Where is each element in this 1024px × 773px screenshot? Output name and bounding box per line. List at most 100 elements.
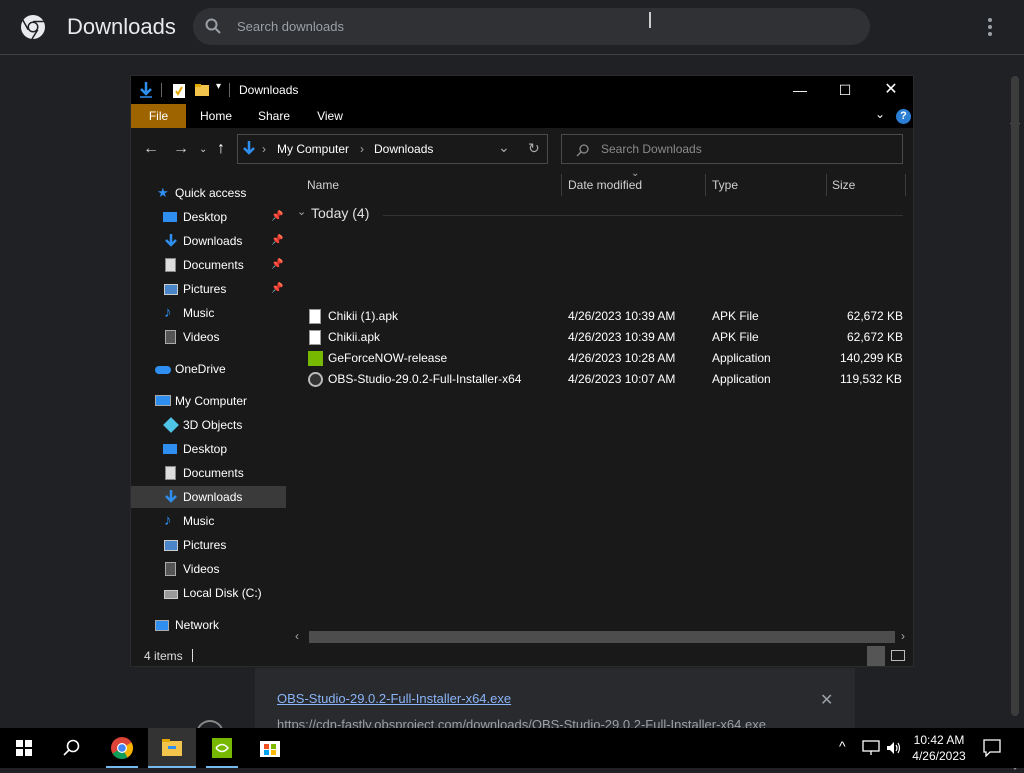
search-downloads-field[interactable]: Search Downloads bbox=[561, 134, 903, 164]
windows-start-icon[interactable] bbox=[0, 728, 48, 768]
system-clock[interactable]: 10:42 AM 4/26/2023 bbox=[900, 732, 978, 764]
search-downloads-input[interactable]: Search downloads bbox=[193, 8, 870, 45]
recent-locations-icon[interactable]: ⌄ bbox=[199, 144, 207, 155]
properties-icon[interactable] bbox=[173, 84, 185, 98]
table-row-obs-installer[interactable]: OBS-Studio-29.0.2-Full-Installer-x64 4/2… bbox=[291, 369, 911, 390]
desktop-icon bbox=[163, 212, 177, 222]
search-icon bbox=[205, 18, 221, 34]
show-hidden-icons-chevron-icon[interactable]: ^ bbox=[839, 738, 846, 754]
customize-toolbar-icon[interactable]: ▾ bbox=[216, 81, 221, 92]
tree-item-downloads-selected[interactable]: Downloads bbox=[131, 486, 286, 508]
tree-item-music[interactable]: ♪ Music bbox=[131, 302, 286, 324]
download-arrow-icon bbox=[140, 82, 152, 98]
scroll-left-icon[interactable]: ‹ bbox=[295, 629, 299, 643]
column-header-name[interactable]: Name bbox=[307, 172, 339, 198]
tree-item-pictures[interactable]: Pictures bbox=[131, 534, 286, 556]
column-header-size[interactable]: Size bbox=[832, 172, 855, 198]
more-options-icon[interactable] bbox=[984, 17, 996, 37]
nvidia-taskbar-icon[interactable] bbox=[198, 728, 246, 768]
details-view-button[interactable] bbox=[867, 646, 885, 666]
column-header-date-modified[interactable]: Date modified bbox=[568, 172, 642, 198]
chrome-header: Downloads Search downloads bbox=[0, 0, 1024, 55]
tree-item-onedrive[interactable]: OneDrive bbox=[131, 358, 286, 380]
group-header[interactable]: Today (4) bbox=[311, 205, 369, 221]
chrome-taskbar-icon[interactable] bbox=[98, 728, 146, 768]
title-bar[interactable]: ▾ Downloads — ☐ ✕ bbox=[131, 76, 913, 104]
large-icons-view-button[interactable] bbox=[891, 650, 905, 661]
drive-icon bbox=[164, 590, 178, 599]
breadcrumb-downloads[interactable]: Downloads bbox=[374, 142, 433, 156]
item-count: 4 items bbox=[144, 649, 183, 663]
tree-item-3d-objects[interactable]: 3D Objects bbox=[131, 414, 286, 436]
file-icon bbox=[309, 330, 321, 345]
download-item: OBS-Studio-29.0.2-Full-Installer-x64.exe… bbox=[255, 668, 855, 732]
search-icon[interactable] bbox=[48, 728, 96, 768]
scrollbar-thumb[interactable] bbox=[309, 631, 895, 643]
scrollbar-thumb[interactable] bbox=[1011, 76, 1019, 716]
pin-icon: 📌 bbox=[271, 211, 284, 222]
file-explorer-taskbar-icon[interactable] bbox=[148, 728, 196, 768]
cube-icon bbox=[163, 417, 179, 433]
collapse-group-icon[interactable]: ⌄ bbox=[297, 205, 306, 218]
clock-date: 4/26/2023 bbox=[912, 749, 966, 763]
download-filename-link[interactable]: OBS-Studio-29.0.2-Full-Installer-x64.exe bbox=[277, 691, 511, 706]
tree-item-network[interactable]: Network bbox=[131, 614, 286, 636]
picture-icon bbox=[164, 284, 178, 295]
network-status-icon[interactable] bbox=[862, 740, 880, 756]
expand-ribbon-icon[interactable]: ⌄ bbox=[875, 107, 885, 121]
tree-item-music-2[interactable]: ♪ Music bbox=[131, 510, 286, 532]
column-header-type[interactable]: Type bbox=[712, 172, 738, 198]
tree-item-videos-2[interactable]: Videos bbox=[131, 558, 286, 580]
tree-item-downloads-pinned[interactable]: Downloads 📌 bbox=[131, 230, 286, 252]
picture-icon bbox=[164, 540, 178, 551]
pin-icon: 📌 bbox=[271, 235, 284, 246]
document-icon bbox=[165, 258, 176, 272]
tree-item-desktop-pinned[interactable]: Desktop 📌 bbox=[131, 206, 286, 228]
ribbon-tabs: File Home Share View ⌄ ? bbox=[131, 104, 913, 128]
pin-icon: 📌 bbox=[271, 283, 284, 294]
nvidia-icon bbox=[308, 351, 323, 366]
table-row-chikii-1[interactable]: Chikii (1).apk 4/26/2023 10:39 AM APK Fi… bbox=[291, 306, 911, 327]
tree-item-quick-access[interactable]: ★ Quick access bbox=[131, 182, 286, 204]
taskbar: ^ 10:42 AM 4/26/2023 bbox=[0, 728, 1024, 768]
document-icon bbox=[165, 466, 176, 480]
tab-view[interactable]: View bbox=[307, 104, 353, 128]
new-folder-icon[interactable] bbox=[195, 84, 209, 96]
video-icon bbox=[165, 562, 176, 576]
help-icon[interactable]: ? bbox=[896, 109, 911, 124]
tab-share[interactable]: Share bbox=[251, 104, 297, 128]
scroll-right-icon[interactable]: › bbox=[901, 629, 905, 643]
table-row-geforcenow[interactable]: GeForceNOW-release 4/26/2023 10:28 AM Ap… bbox=[291, 348, 911, 369]
star-icon: ★ bbox=[157, 185, 169, 200]
minimize-button[interactable]: — bbox=[777, 76, 823, 104]
tree-item-documents-pinned[interactable]: Documents 📌 bbox=[131, 254, 286, 276]
remove-download-button[interactable]: ✕ bbox=[820, 690, 833, 710]
tree-item-my-computer[interactable]: My Computer bbox=[131, 390, 286, 412]
tree-item-local-disk[interactable]: Local Disk (C:) bbox=[131, 582, 286, 604]
tab-file[interactable]: File bbox=[131, 104, 186, 128]
computer-icon bbox=[155, 395, 171, 406]
download-arrow-icon bbox=[165, 490, 177, 503]
refresh-icon[interactable]: ↻ bbox=[528, 140, 540, 157]
close-button[interactable]: ✕ bbox=[868, 76, 914, 104]
up-button[interactable]: ↑ bbox=[217, 140, 225, 158]
address-bar[interactable]: › My Computer › Downloads ⌄ ↻ bbox=[237, 134, 548, 164]
tree-item-documents[interactable]: Documents bbox=[131, 462, 286, 484]
download-arrow-icon bbox=[165, 234, 177, 247]
tree-item-pictures-pinned[interactable]: Pictures 📌 bbox=[131, 278, 286, 300]
maximize-button[interactable]: ☐ bbox=[822, 76, 868, 104]
page-scrollbar[interactable] bbox=[1006, 56, 1024, 770]
tree-item-videos[interactable]: Videos bbox=[131, 326, 286, 348]
file-list: Name ⌄ Date modified Type Size ⌄ Today (… bbox=[291, 168, 913, 646]
back-button[interactable]: ← bbox=[143, 140, 159, 158]
table-row-chikii[interactable]: Chikii.apk 4/26/2023 10:39 AM APK File 6… bbox=[291, 327, 911, 348]
horizontal-scrollbar[interactable]: ‹ › bbox=[291, 628, 913, 646]
store-taskbar-icon[interactable] bbox=[246, 728, 294, 768]
breadcrumb-my-computer[interactable]: My Computer bbox=[277, 142, 349, 156]
forward-button[interactable]: → bbox=[173, 140, 189, 158]
address-dropdown-icon[interactable]: ⌄ bbox=[498, 139, 510, 156]
notification-center-icon[interactable] bbox=[983, 739, 1001, 757]
tab-home[interactable]: Home bbox=[191, 104, 241, 128]
tree-item-desktop[interactable]: Desktop bbox=[131, 438, 286, 460]
pin-icon: 📌 bbox=[271, 259, 284, 270]
